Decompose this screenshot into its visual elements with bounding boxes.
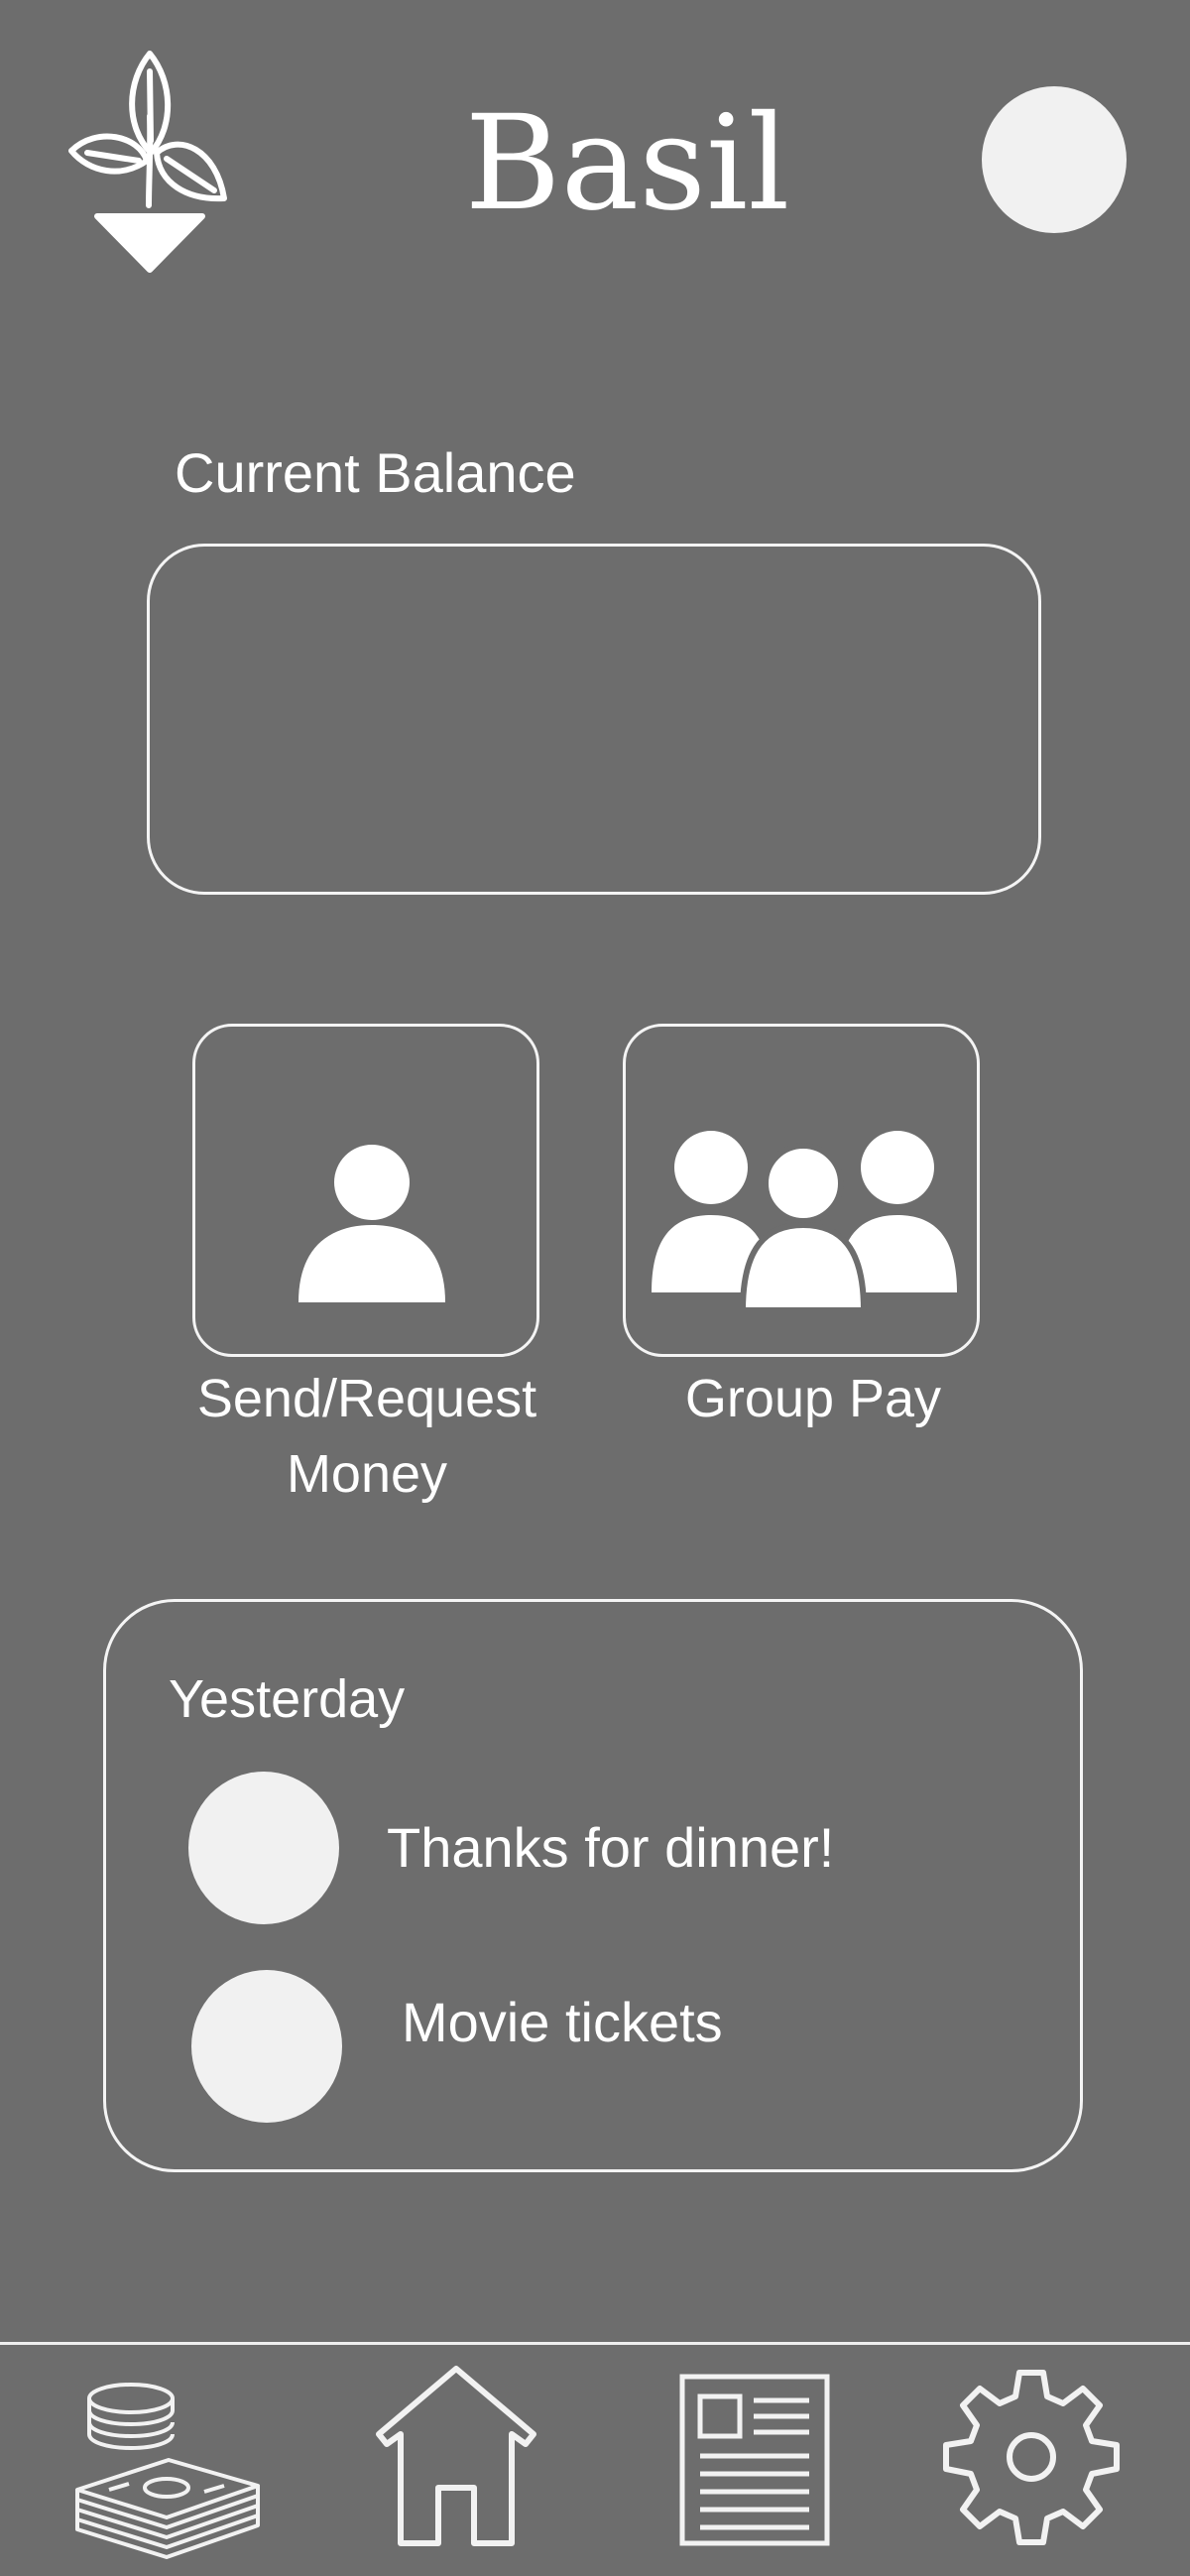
cash-coins-icon: [75, 2383, 260, 2559]
transaction-avatar[interactable]: [188, 1772, 339, 1924]
newspaper-icon: [679, 2374, 830, 2546]
transaction-avatar[interactable]: [191, 1970, 342, 2123]
nav-news-button[interactable]: [664, 2361, 843, 2569]
app-title: Basil: [464, 87, 790, 240]
transaction-label[interactable]: Movie tickets: [402, 1988, 723, 2057]
home-icon: [376, 2366, 536, 2546]
balance-display: [147, 544, 1041, 895]
group-pay-label: Group Pay: [684, 1369, 942, 1428]
send-request-money-label: Send/Request Money: [196, 1369, 537, 1504]
nav-home-button[interactable]: [357, 2361, 555, 2569]
gear-icon: [943, 2370, 1120, 2545]
nav-divider: [0, 2342, 1190, 2345]
nav-settings-button[interactable]: [932, 2361, 1130, 2569]
nav-money-button[interactable]: [60, 2361, 278, 2569]
transaction-label[interactable]: Thanks for dinner!: [387, 1813, 834, 1883]
profile-avatar[interactable]: [982, 86, 1127, 233]
group-users-icon: [652, 1131, 957, 1313]
balance-label: Current Balance: [175, 441, 576, 504]
send-request-money-button[interactable]: [192, 1024, 539, 1357]
basil-plant-icon: [67, 42, 230, 280]
single-user-icon: [298, 1145, 445, 1302]
group-pay-button[interactable]: [623, 1024, 980, 1357]
activity-heading: Yesterday: [169, 1669, 406, 1729]
